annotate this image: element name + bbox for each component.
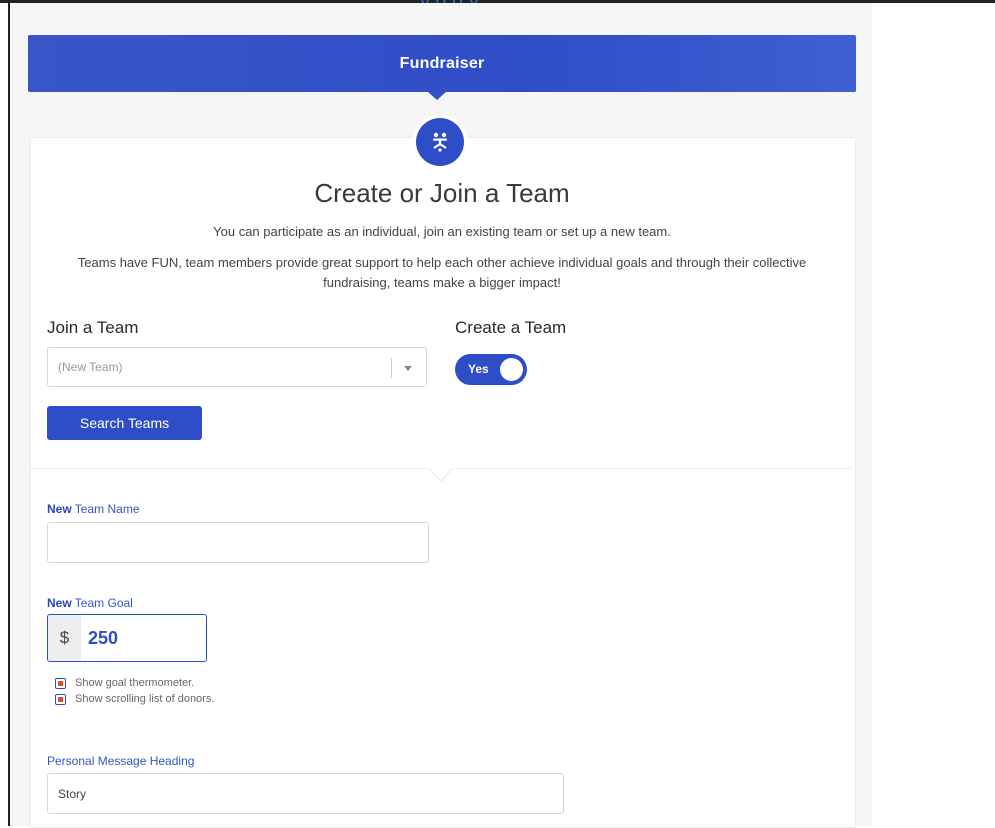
teams-benefit-text: Teams have FUN, team members provide gre… <box>77 255 807 290</box>
toggle-knob <box>500 358 523 381</box>
select-separator <box>391 358 392 378</box>
chevron-down-icon[interactable] <box>404 366 412 371</box>
thermometer-option[interactable]: Show goal thermometer. <box>55 677 194 689</box>
team-icon <box>416 118 464 166</box>
thermometer-option-label: Show goal thermometer. <box>75 677 195 689</box>
team-goal-label: New Team Goal <box>47 596 133 610</box>
thermometer-checkbox[interactable] <box>55 677 66 689</box>
team-goal-label-text: Team Goal <box>71 596 133 610</box>
message-heading-value: Story <box>58 787 87 801</box>
toggle-label: Yes <box>468 362 489 376</box>
divider-notch-inner <box>430 468 452 480</box>
join-team-title: Join a Team <box>47 318 139 337</box>
banner-pointer <box>428 92 446 100</box>
create-team-toggle[interactable]: Yes <box>455 354 527 385</box>
team-card <box>30 137 856 828</box>
team-goal-value[interactable]: 250 <box>88 628 118 649</box>
fundraiser-banner: Fundraiser <box>28 35 856 92</box>
banner-title: Fundraiser <box>399 54 485 72</box>
team-goal-label-prefix: New <box>47 596 72 610</box>
search-teams-button[interactable]: Search Teams <box>47 406 202 440</box>
team-name-label-text: Team Name <box>71 502 140 516</box>
donors-checkbox[interactable] <box>55 693 66 705</box>
page-title: Create or Join a Team <box>314 178 570 208</box>
message-heading-input[interactable]: Story <box>47 773 564 814</box>
currency-addon: $ <box>48 615 81 661</box>
team-select-value: (New Team) <box>58 360 123 374</box>
team-goal-input[interactable]: $ 250 <box>47 614 207 662</box>
team-name-label-prefix: New <box>47 502 72 516</box>
intro-text: You can participate as an individual, jo… <box>213 224 671 239</box>
donors-option[interactable]: Show scrolling list of donors. <box>55 693 214 705</box>
team-name-input[interactable] <box>47 522 429 563</box>
people-tree-icon <box>433 132 447 152</box>
team-select[interactable]: (New Team) <box>47 347 427 387</box>
message-heading-label: Personal Message Heading <box>47 754 195 768</box>
team-name-label: New Team Name <box>47 502 140 516</box>
create-team-title: Create a Team <box>455 318 567 337</box>
donors-option-label: Show scrolling list of donors. <box>75 693 215 705</box>
